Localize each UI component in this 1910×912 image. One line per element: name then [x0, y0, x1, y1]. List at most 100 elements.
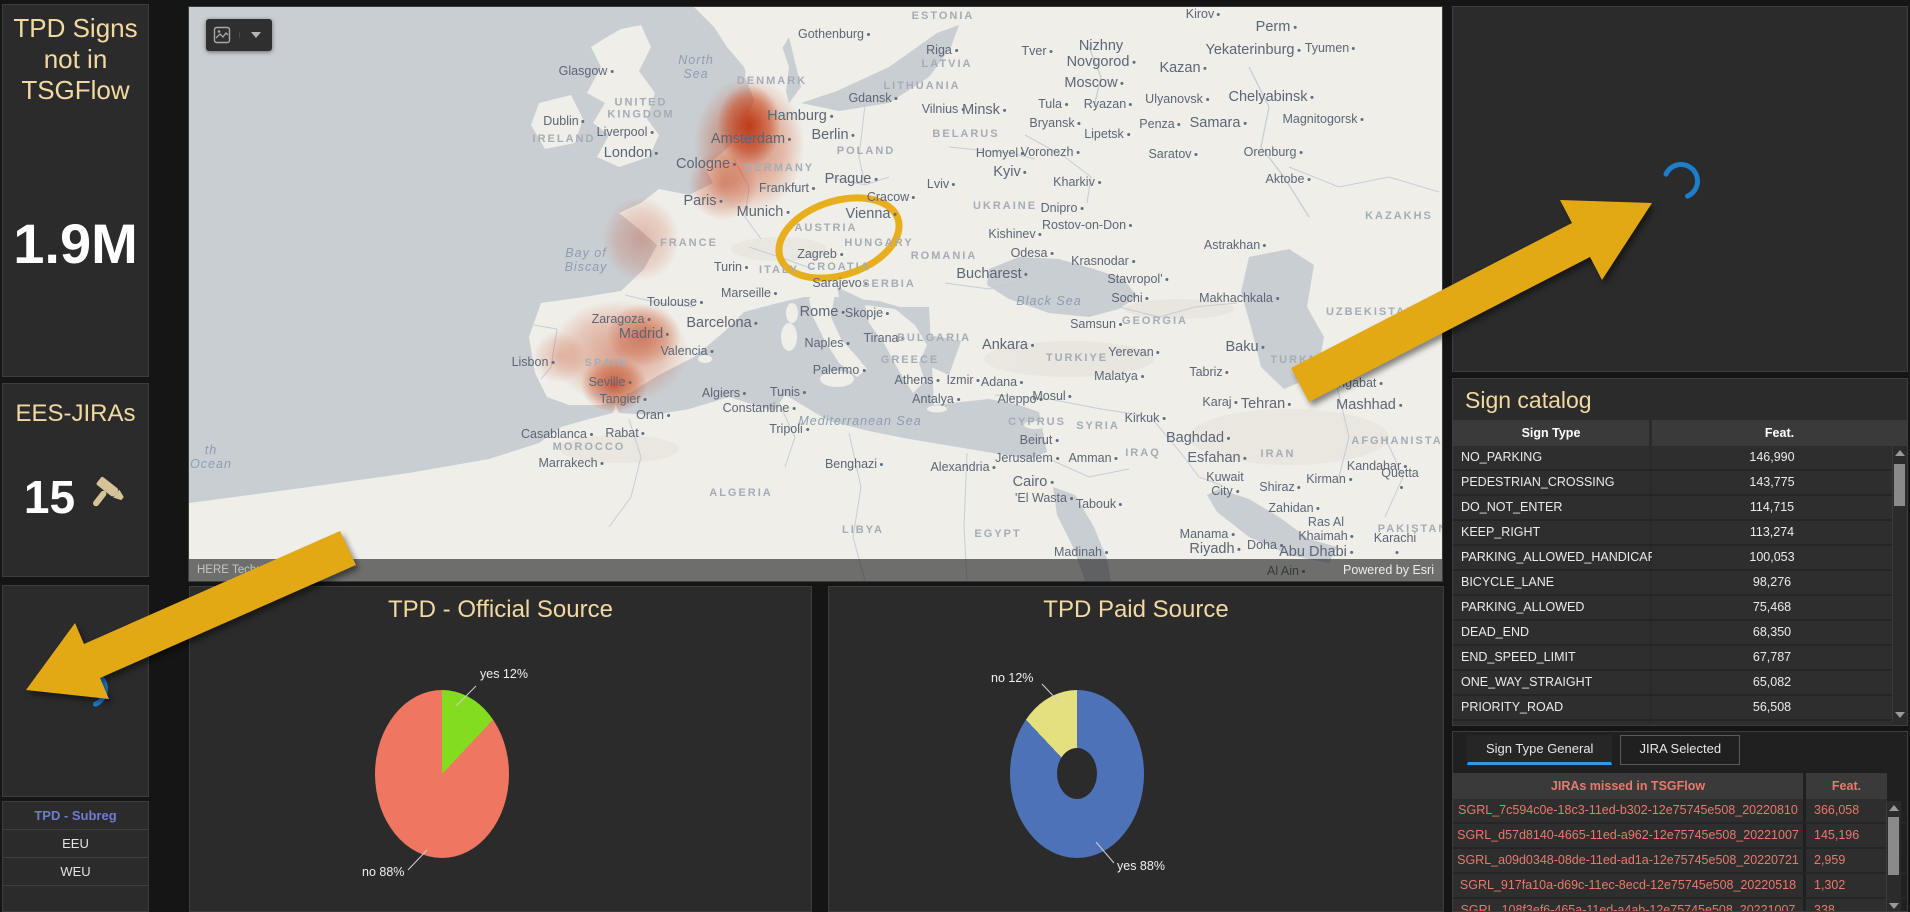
panel-tpd-signs: TPD Signs not in TSGFlow 1.9M — [2, 4, 149, 377]
attribution-esri: Powered by Esri — [1342, 563, 1434, 577]
cell-sign-type: PARKING_ALLOWED — [1453, 596, 1649, 619]
table-row[interactable]: END_SPEED_LIMIT 67,787 — [1453, 646, 1907, 671]
scroll-thumb[interactable] — [1894, 464, 1905, 506]
loading-spinner — [67, 667, 111, 716]
highlight-ellipse — [775, 194, 903, 282]
cell-feat: 100,053 — [1652, 546, 1892, 569]
panel-loading-right — [1452, 6, 1908, 372]
scroll-thumb[interactable] — [1888, 817, 1899, 875]
scrollbar[interactable] — [1892, 446, 1907, 722]
cell-sign-type: BICYCLE_LANE — [1453, 571, 1649, 594]
table-row[interactable]: PARKING_ALLOWED 75,468 — [1453, 596, 1907, 621]
panel-title: Sign catalog — [1465, 387, 1592, 413]
table-header: JIRAs missed in TSGFlow Feat. — [1453, 773, 1907, 799]
table-row[interactable]: SGRL_d57d8140-4665-11ed-a962-12e75745e50… — [1453, 824, 1907, 849]
cell-sign-type: PEDESTRIAN_CROSSING — [1453, 471, 1649, 494]
column-header-feat[interactable]: Feat. — [1652, 420, 1907, 446]
cell-sign-type: DO_NOT_ENTER — [1453, 496, 1649, 519]
table-row[interactable]: ONE_WAY_STRAIGHT 65,082 — [1453, 671, 1907, 696]
table-row[interactable]: DEAD_END 68,350 — [1453, 621, 1907, 646]
table-row[interactable]: PARKING_ALLOWED_HANDICAP 100,053 — [1453, 546, 1907, 571]
table-row[interactable]: SGRL_a09d0348-08de-11ed-ad1a-12e75745e50… — [1453, 849, 1907, 874]
table-row[interactable]: PRIORITY_ROAD 56,508 — [1453, 696, 1907, 721]
cell-jira-id: SGRL_917fa10a-d69c-11ec-8ecd-12e75745e50… — [1453, 874, 1803, 897]
dashboard-root: TPD Signs not in TSGFlow 1.9M EES-JIRAs … — [0, 0, 1910, 912]
stat-value-signs: 1.9M — [13, 212, 138, 275]
jira-rows: SGRL_7c594c0e-18c3-11ed-b302-12e75745e50… — [1453, 799, 1907, 911]
table-row[interactable]: SGRL_108f3ef6-465a-11ed-a4ab-12e75745e50… — [1453, 899, 1907, 911]
scrollbar[interactable] — [1886, 801, 1901, 911]
cell-jira-id: SGRL_a09d0348-08de-11ed-ad1a-12e75745e50… — [1453, 849, 1803, 872]
chart-panel-official: TPD - Official Source yes 12% no 88% — [189, 586, 812, 912]
table-row[interactable]: BICYCLE_LANE 98,276 — [1453, 571, 1907, 596]
pie-label-yes: yes 88% — [1117, 859, 1165, 873]
tab-sign-type-general[interactable]: Sign Type General — [1467, 735, 1613, 765]
table-row[interactable]: PEDESTRIAN_CROSSING 143,775 — [1453, 471, 1907, 496]
cell-feat: 2,959 — [1806, 849, 1887, 872]
cell-feat: 145,196 — [1806, 824, 1887, 847]
cell-sign-type: DEAD_END — [1453, 621, 1649, 644]
scroll-down-icon[interactable] — [1895, 712, 1905, 718]
cell-jira-id: SGRL_d57d8140-4665-11ed-a962-12e75745e50… — [1453, 824, 1803, 847]
column-header-feat[interactable]: Feat. — [1806, 773, 1887, 799]
cell-feat: 146,990 — [1652, 446, 1892, 469]
panel-jira-tables: Sign Type General JIRA Selected JIRAs mis… — [1452, 731, 1908, 912]
chart-title: TPD Paid Source — [1043, 596, 1229, 623]
table-row[interactable]: DO_NOT_ENTER 114,715 — [1453, 496, 1907, 521]
table-header: Sign Type Feat. — [1453, 420, 1907, 446]
cell-feat: 143,775 — [1652, 471, 1892, 494]
sign-catalog-rows: NO_PARKING 146,990 PEDESTRIAN_CROSSING 1… — [1453, 446, 1907, 725]
column-header-jiras[interactable]: JIRAs missed in TSGFlow — [1453, 773, 1803, 799]
column-header-sign-type[interactable]: Sign Type — [1453, 420, 1649, 446]
cell-sign-type: PARKING_ALLOWED_HANDICAP — [1453, 546, 1656, 569]
donut-hole — [1057, 748, 1097, 799]
basemap-button[interactable] — [206, 19, 272, 51]
panel-sign-catalog: Sign catalog Sign Type Feat. NO_PARKING … — [1452, 378, 1908, 726]
cell-feat: 56,508 — [1652, 696, 1892, 719]
scroll-up-icon[interactable] — [1889, 805, 1899, 811]
chart-panel-paid: TPD Paid Source no 12% yes 88% — [828, 586, 1444, 912]
table-row[interactable]: KEEP_RIGHT 113,274 — [1453, 521, 1907, 546]
pie-label-no: no 12% — [991, 671, 1034, 685]
map-panel[interactable]: Glasgow Dublin IRELAND Liverpool London UNITE… — [188, 6, 1443, 582]
panel-loading-left — [2, 585, 149, 797]
cell-feat: 1,302 — [1806, 874, 1887, 897]
cell-feat: 114,715 — [1652, 496, 1892, 519]
basemap-dropdown[interactable] — [238, 32, 273, 38]
cell-sign-type: NO_PARKING — [1453, 446, 1649, 469]
cell-jira-id: SGRL_108f3ef6-465a-11ed-a4ab-12e75745e50… — [1453, 899, 1803, 911]
cell-sign-type: KEEP_RIGHT — [1453, 521, 1649, 544]
stat-value-jiras: 15 — [23, 471, 76, 523]
panel-title: EES-JIRAs — [15, 400, 136, 427]
map-attribution: HERE Technologies Powered by Esri — [189, 559, 1442, 581]
scroll-down-icon[interactable] — [1889, 903, 1899, 909]
chart-title: TPD - Official Source — [388, 596, 613, 623]
stat-row: 15 — [3, 470, 148, 524]
cell-sign-type: ONE_WAY_STRAIGHT — [1453, 671, 1649, 694]
list-item[interactable]: EEU — [3, 830, 148, 858]
table-row[interactable]: SGRL_917fa10a-d69c-11ec-8ecd-12e75745e50… — [1453, 874, 1907, 899]
panel-title: TPD Signs not in TSGFlow — [13, 13, 138, 106]
cell-sign-type: END_SPEED_LIMIT — [1453, 646, 1649, 669]
tab-bar: Sign Type General JIRA Selected — [1453, 732, 1907, 765]
table-row[interactable]: NO_PARKING 146,990 — [1453, 446, 1907, 471]
scroll-up-icon[interactable] — [1895, 450, 1905, 456]
pie-label-yes: yes 12% — [480, 667, 528, 681]
table-row[interactable]: SGRL_7c594c0e-18c3-11ed-b302-12e75745e50… — [1453, 799, 1907, 824]
tab-jira-selected[interactable]: JIRA Selected — [1620, 735, 1741, 765]
cell-feat: 51,019 — [1652, 721, 1892, 725]
cell-feat: 98,276 — [1652, 571, 1892, 594]
subregion-list: TPD - Subreg EEU WEU — [2, 801, 149, 912]
cell-feat: 338 — [1806, 899, 1887, 911]
cell-feat: 113,274 — [1652, 521, 1892, 544]
list-item[interactable]: WEU — [3, 858, 148, 886]
list-item[interactable]: TPD - Subreg — [3, 802, 148, 830]
attribution-here: HERE Technologies — [197, 564, 300, 576]
pie-chart-official[interactable] — [375, 690, 509, 858]
cell-feat: 68,350 — [1652, 621, 1892, 644]
annotation-layer — [775, 194, 903, 282]
table-row[interactable]: ADDITIONAL_PANELS 51,019 — [1453, 721, 1907, 725]
basemap-icon[interactable] — [206, 26, 239, 44]
cell-feat: 75,468 — [1652, 596, 1892, 619]
cell-feat: 67,787 — [1652, 646, 1892, 669]
